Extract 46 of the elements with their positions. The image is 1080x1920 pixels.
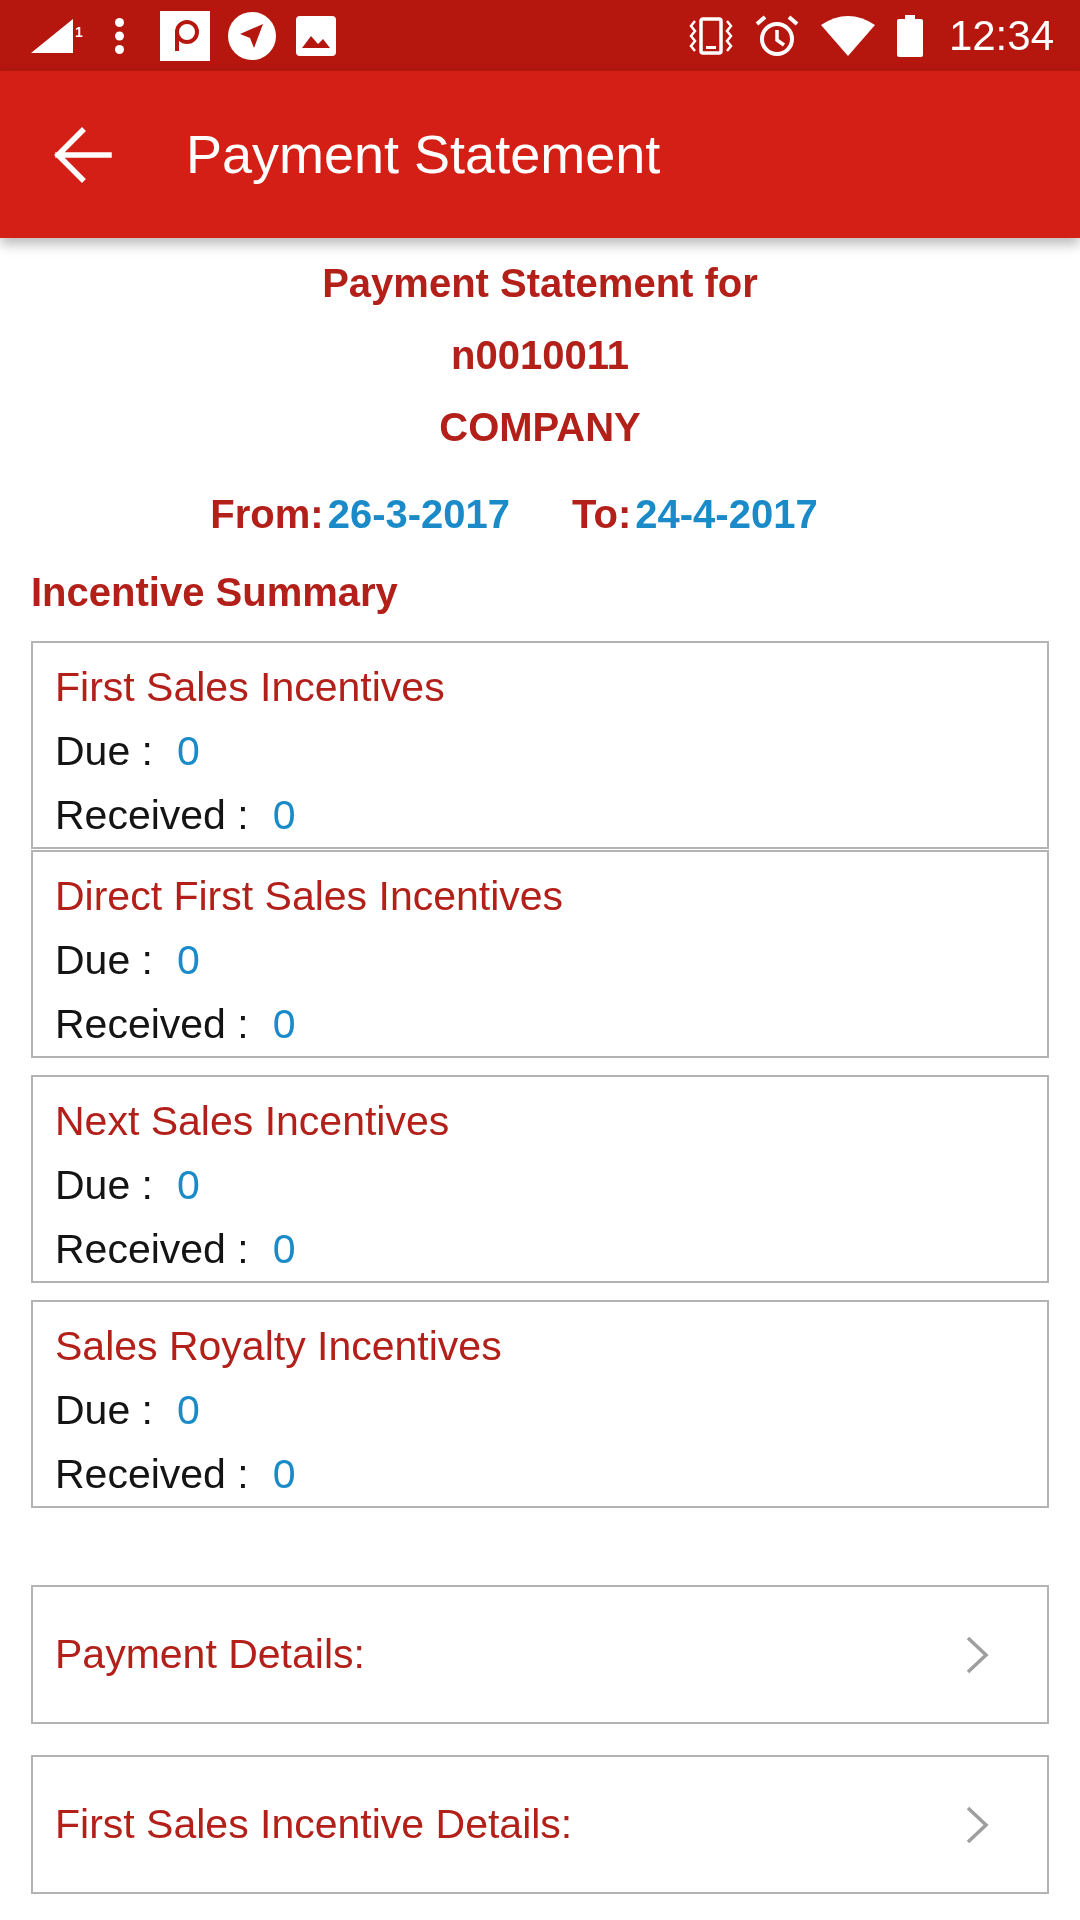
battery-icon: [896, 14, 923, 57]
card-title: First Sales Incentives: [55, 663, 446, 712]
company-name: COMPANY: [438, 404, 642, 451]
due-label: Due :: [55, 727, 153, 775]
back-button[interactable]: [52, 126, 112, 183]
due-value: 0: [177, 936, 200, 984]
alarm-clock-icon: [754, 14, 799, 57]
received-value: 0: [272, 1225, 296, 1273]
received-label: Received :: [55, 1450, 249, 1498]
details-link-row[interactable]: Payment Details:: [31, 1585, 1049, 1724]
status-time: 12:34: [948, 14, 1054, 57]
back-arrow-icon: [52, 126, 112, 183]
account-number: n0010011: [450, 332, 630, 379]
from-date: 26-3-2017: [327, 491, 511, 537]
statement-heading: Payment Statement for: [321, 260, 759, 307]
card-title: Sales Royalty Incentives: [55, 1322, 503, 1371]
app-logo-icon: [159, 10, 210, 61]
signal-icon: [31, 18, 73, 53]
details-link-row[interactable]: First Sales Incentive Details:: [31, 1755, 1049, 1894]
screen-title: Payment Statement: [186, 123, 661, 187]
received-value: 0: [272, 1000, 296, 1048]
due-label: Due :: [55, 1161, 153, 1209]
due-value: 0: [177, 1386, 200, 1434]
card-title: Next Sales Incentives: [55, 1097, 451, 1146]
received-value: 0: [272, 1450, 296, 1498]
due-value: 0: [177, 727, 200, 775]
image-icon: [295, 15, 336, 56]
received-value: 0: [272, 791, 296, 839]
due-label: Due :: [55, 936, 153, 984]
section-title: Incentive Summary: [31, 569, 399, 616]
card-title: Direct First Sales Incentives: [55, 872, 565, 921]
wifi-icon: [820, 15, 875, 56]
paper-plane-icon: [227, 11, 276, 60]
sim-number: 1: [75, 24, 83, 39]
due-label: Due :: [55, 1386, 153, 1434]
received-label: Received :: [55, 1000, 249, 1048]
chevron-right-icon: [965, 1804, 989, 1845]
more-vertical-icon: [114, 17, 124, 54]
from-label: From:: [210, 491, 324, 537]
to-date: 24-4-2017: [635, 491, 818, 537]
chevron-right-icon: [965, 1634, 989, 1675]
received-label: Received :: [55, 1225, 249, 1273]
vibrate-icon: [688, 16, 733, 55]
to-label: To:: [572, 491, 632, 537]
received-label: Received :: [55, 791, 249, 839]
due-value: 0: [177, 1161, 200, 1209]
